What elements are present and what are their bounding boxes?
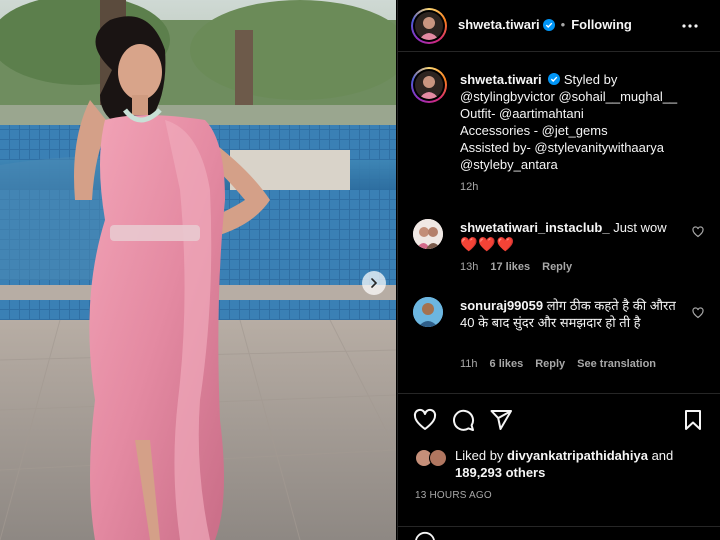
avatar[interactable] [415, 12, 443, 40]
caption-time[interactable]: 12h [460, 181, 478, 193]
verified-badge-icon [542, 18, 555, 31]
comment-text-block: shwetatiwari_instaclub_ Just wow [460, 219, 690, 236]
comment-username[interactable]: shwetatiwari_instaclub_ [460, 220, 610, 235]
liked-by-prefix: Liked by [455, 448, 504, 463]
posted-time[interactable]: 13 HOURS AGO [415, 490, 492, 501]
next-photo-button[interactable] [362, 271, 386, 295]
verified-badge-icon [548, 73, 561, 85]
caption-line[interactable]: Outfit- @aartimahtani [460, 105, 715, 122]
comment-text-block: sonuraj99059 लोग ठीक कहते है की औरत 40 क… [460, 297, 680, 331]
caption-avatar[interactable] [415, 71, 443, 99]
heart-icon[interactable] [413, 408, 437, 432]
liked-by-avatars[interactable] [415, 449, 455, 469]
comment-avatar[interactable] [413, 219, 443, 249]
liked-by-user[interactable]: divyankatripathidahiya [507, 448, 648, 463]
comment-time[interactable]: 11h [460, 358, 478, 370]
reply-button[interactable]: Reply [535, 358, 565, 370]
caption-line[interactable]: @styleby_antara [460, 156, 715, 173]
author-username[interactable]: shweta.tiwari [458, 17, 540, 32]
caption-line[interactable]: @stylingbyvictor @sohail__mughal__ [460, 88, 715, 105]
liked-by-text: Liked by divyankatripathidahiya and 189,… [455, 447, 715, 481]
comment-text: Just wow [613, 220, 667, 235]
liker-avatar [429, 449, 447, 467]
comment-like-icon[interactable] [692, 307, 704, 319]
liked-by-and: and [651, 448, 674, 463]
see-translation-link[interactable]: See translation [577, 358, 656, 370]
caption-username[interactable]: shweta.tiwari [460, 72, 542, 87]
comment-meta: 13h 17 likes Reply [460, 261, 572, 273]
comment-username[interactable]: sonuraj99059 [460, 298, 543, 313]
post-image [0, 0, 396, 540]
header-info: shweta.tiwari • Following [458, 17, 632, 32]
comment-time[interactable]: 13h [460, 261, 478, 273]
post-details-panel: shweta.tiwari • Following shweta.tiwari [397, 0, 720, 540]
separator-dot: • [560, 17, 566, 32]
more-icon[interactable] [678, 14, 702, 38]
chevron-right-icon [371, 278, 378, 288]
story-ring[interactable] [411, 8, 447, 44]
avatar-image [419, 17, 439, 40]
comment-likes[interactable]: 17 likes [490, 261, 530, 273]
avatar-image [419, 76, 439, 99]
likes-count[interactable]: 189,293 others [455, 465, 545, 480]
comment-meta: 11h 6 likes Reply See translation [460, 358, 656, 370]
caption-text: shweta.tiwari Styled by @stylingbyvictor… [460, 71, 715, 173]
caption-line[interactable]: Accessories - @jet_gems [460, 122, 715, 139]
caption-line[interactable]: Assisted by- @stylevanitywithaarya [460, 139, 715, 156]
post-header: shweta.tiwari • Following [398, 0, 720, 52]
send-icon[interactable] [489, 408, 513, 432]
reply-button[interactable]: Reply [542, 261, 572, 273]
add-comment-row [398, 526, 720, 540]
avatar-image [413, 219, 443, 249]
caption-line: Styled by [563, 72, 618, 87]
action-bar: Liked by divyankatripathidahiya and 189,… [398, 393, 720, 525]
bookmark-icon[interactable] [681, 408, 705, 432]
comment-likes[interactable]: 6 likes [490, 358, 524, 370]
comment-emoji: ❤️❤️❤️ [460, 236, 516, 252]
post-photo[interactable] [0, 0, 396, 540]
comment-avatar[interactable] [413, 297, 443, 327]
comment-icon[interactable] [451, 408, 475, 432]
comment-like-icon[interactable] [692, 226, 704, 238]
emoji-icon[interactable] [414, 531, 436, 540]
avatar-image [413, 297, 443, 327]
following-button[interactable]: Following [571, 17, 632, 32]
caption-avatar-ring[interactable] [411, 67, 447, 103]
